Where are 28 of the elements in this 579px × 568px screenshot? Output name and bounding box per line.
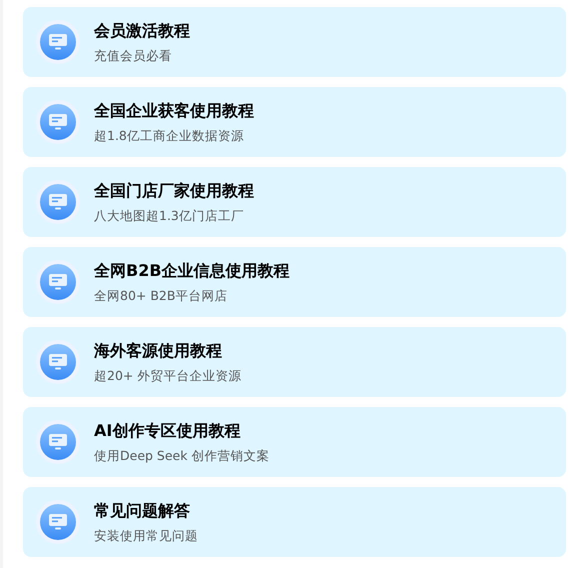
tutorial-card[interactable]: 常见问题解答 安装使用常见问题: [23, 487, 566, 557]
monitor-icon: [36, 100, 80, 144]
tutorial-subtitle: 使用Deep Seek 创作营销文案: [94, 446, 270, 464]
tutorial-card[interactable]: 会员激活教程 充值会员必看: [23, 7, 566, 77]
tutorial-title: 常见问题解答: [94, 500, 191, 522]
tutorial-card[interactable]: 全国企业获客使用教程 超1.8亿工商企业数据资源: [23, 87, 566, 157]
monitor-icon: [36, 420, 80, 464]
tutorial-title: AI创作专区使用教程: [94, 420, 242, 442]
monitor-icon: [36, 340, 80, 384]
tutorial-title: 会员激活教程: [94, 20, 190, 42]
tutorial-card[interactable]: 全国门店厂家使用教程 八大地图超1.3亿门店工厂: [23, 167, 566, 237]
tutorial-card[interactable]: 海外客源使用教程 超20+ 外贸平台企业资源: [23, 327, 566, 397]
tutorial-subtitle: 充值会员必看: [94, 46, 173, 64]
tutorial-card[interactable]: AI创作专区使用教程 使用Deep Seek 创作营销文案: [23, 407, 566, 477]
tutorial-title: 海外客源使用教程: [94, 340, 223, 362]
tutorial-title: 全网B2B企业信息使用教程: [94, 260, 290, 282]
monitor-icon: [36, 500, 80, 544]
tutorial-subtitle: 八大地图超1.3亿门店工厂: [94, 206, 245, 224]
tutorial-title: 全国企业获客使用教程: [94, 100, 254, 122]
tutorial-subtitle: 安装使用常见问题: [94, 526, 198, 544]
tutorial-subtitle: 超1.8亿工商企业数据资源: [94, 126, 245, 144]
tutorial-subtitle: 全网80+ B2B平台网店: [94, 286, 228, 304]
monitor-icon: [36, 260, 80, 304]
tutorial-subtitle: 超20+ 外贸平台企业资源: [94, 366, 242, 384]
monitor-icon: [36, 20, 80, 64]
tutorial-card[interactable]: 全网B2B企业信息使用教程 全网80+ B2B平台网店: [23, 247, 566, 317]
tutorial-title: 全国门店厂家使用教程: [94, 180, 254, 202]
monitor-icon: [36, 180, 80, 224]
